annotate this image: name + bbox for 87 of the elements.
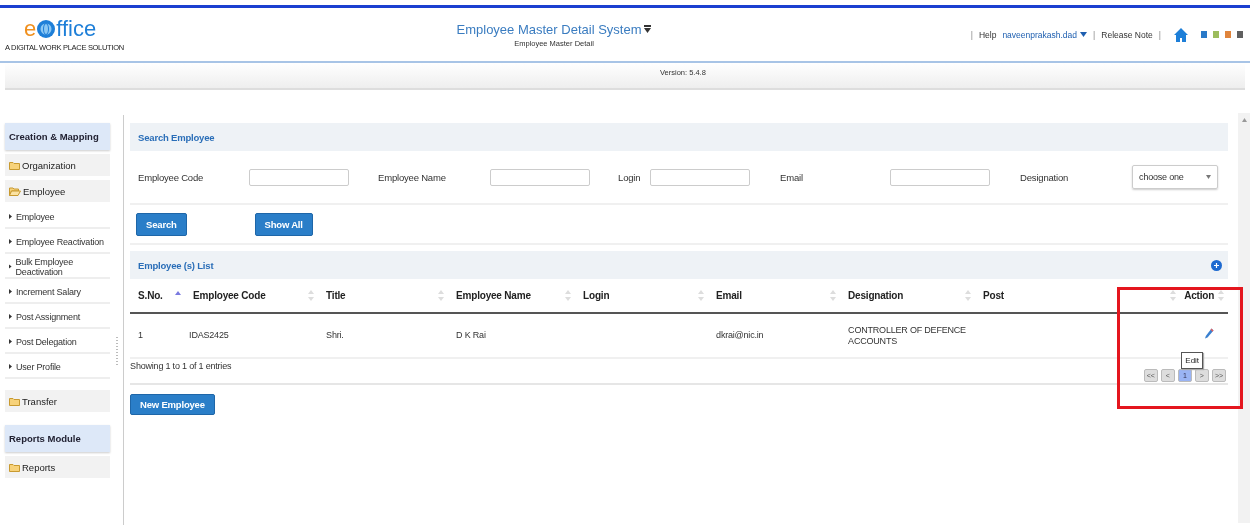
- caret-icon[interactable]: [644, 25, 652, 33]
- add-icon[interactable]: [1211, 259, 1223, 271]
- separator-text: |: [970, 29, 973, 40]
- arrow-icon: [9, 314, 12, 319]
- sort-icon[interactable]: [965, 290, 972, 301]
- sidebar-folder[interactable]: Transfer: [5, 390, 111, 412]
- caret-icon: [1080, 32, 1088, 37]
- field-label: Employee Name: [378, 171, 447, 183]
- column-header[interactable]: Employee Code: [193, 290, 266, 301]
- open-folder-icon: [9, 186, 21, 196]
- home-icon[interactable]: [1173, 26, 1189, 43]
- splitter-handle[interactable]: [115, 337, 118, 365]
- sidebar-item[interactable]: Post Delegation: [5, 331, 111, 354]
- panel-header: Search Employee: [130, 123, 1229, 151]
- sort-icon[interactable]: [1218, 290, 1225, 301]
- table-cell: Shri.: [326, 330, 344, 340]
- table-cell: 1: [138, 330, 143, 340]
- column-header[interactable]: Title: [326, 290, 346, 301]
- sidebar-section[interactable]: Creation & Mapping: [5, 123, 111, 150]
- sidebar-item[interactable]: Employee Reactivation: [5, 231, 111, 254]
- folder-icon: [9, 396, 20, 406]
- arrow-icon: [9, 214, 12, 219]
- logo-text: ffice: [56, 17, 97, 40]
- sidebar-item[interactable]: Bulk Employee Deactivation: [5, 256, 111, 279]
- action-button[interactable]: Show All: [254, 212, 313, 236]
- theme-swatch[interactable]: [1213, 31, 1219, 38]
- column-header[interactable]: Post: [983, 290, 1004, 301]
- sort-icon[interactable]: [438, 290, 445, 301]
- dropdown[interactable]: choose one: [1132, 165, 1219, 189]
- action-button[interactable]: Search: [136, 212, 187, 236]
- sidebar-item[interactable]: Increment Salary: [5, 281, 111, 304]
- sidebar-item[interactable]: Employee: [5, 206, 111, 229]
- scrollbar[interactable]: [1238, 113, 1250, 523]
- globe-icon: [36, 18, 57, 39]
- column-header[interactable]: Employee Name: [456, 290, 531, 301]
- separator-text: |: [1093, 29, 1096, 40]
- input-field[interactable]: [490, 168, 591, 186]
- sort-icon[interactable]: [1170, 290, 1177, 301]
- theme-swatch[interactable]: [1225, 31, 1231, 38]
- input-field[interactable]: [249, 168, 350, 186]
- caret-icon: [1206, 175, 1212, 179]
- table-cell: dkrai@nic.in: [716, 330, 764, 340]
- arrow-icon: [9, 364, 12, 369]
- sidebar-section[interactable]: Reports Module: [5, 425, 111, 452]
- arrow-icon: [9, 339, 12, 344]
- table-cell: CONTROLLER OF DEFENCE ACCOUNTS: [848, 324, 966, 346]
- entries-info: Showing 1 to 1 of 1 entries: [130, 361, 232, 371]
- header-link[interactable]: Help: [978, 29, 997, 40]
- table-cell: IDAS2425: [189, 330, 229, 340]
- sort-icon[interactable]: [565, 290, 572, 301]
- logo-text: e: [24, 17, 37, 40]
- sidebar-folder[interactable]: Employee: [5, 180, 111, 202]
- field-label: Employee Code: [138, 171, 205, 183]
- arrow-icon: [9, 239, 12, 244]
- header-link[interactable]: Release Note: [1101, 29, 1153, 40]
- field-label: Login: [618, 171, 642, 183]
- pencil-icon[interactable]: [1204, 328, 1215, 340]
- arrow-icon: [9, 289, 12, 294]
- sort-icon[interactable]: [308, 290, 315, 301]
- sidebar-item[interactable]: Post Assignment: [5, 306, 111, 329]
- arrow-icon: [9, 264, 12, 269]
- sort-icon[interactable]: [830, 290, 837, 301]
- field-label: Designation: [1020, 171, 1070, 183]
- folder-icon: [9, 462, 20, 472]
- sidebar-folder[interactable]: Organization: [5, 154, 111, 176]
- scroll-up-icon[interactable]: [1241, 118, 1247, 122]
- panel-header: Employee (s) List: [138, 259, 214, 271]
- table-cell: D K Rai: [456, 330, 486, 340]
- input-field[interactable]: [650, 168, 751, 186]
- user-menu[interactable]: naveenprakash.dad: [1002, 29, 1088, 40]
- tooltip: Edit: [1181, 352, 1204, 369]
- sidebar-folder[interactable]: Reports: [5, 456, 111, 478]
- column-header[interactable]: Action: [1184, 290, 1215, 301]
- theme-swatch[interactable]: [1201, 31, 1207, 38]
- separator-text: |: [1158, 29, 1161, 40]
- column-header[interactable]: Email: [716, 290, 742, 301]
- new-employee-button[interactable]: New Employee: [130, 394, 216, 415]
- sort-icon[interactable]: [698, 290, 705, 301]
- column-header[interactable]: S.No.: [138, 290, 163, 301]
- column-header[interactable]: Designation: [848, 290, 904, 301]
- theme-swatch[interactable]: [1237, 31, 1243, 38]
- app-title[interactable]: Employee Master Detail System: [456, 21, 642, 37]
- field-label: Email: [780, 171, 804, 183]
- folder-icon: [9, 160, 20, 170]
- sidebar-item[interactable]: User Profile: [5, 356, 111, 379]
- column-header[interactable]: Login: [583, 290, 610, 301]
- input-field[interactable]: [890, 168, 991, 186]
